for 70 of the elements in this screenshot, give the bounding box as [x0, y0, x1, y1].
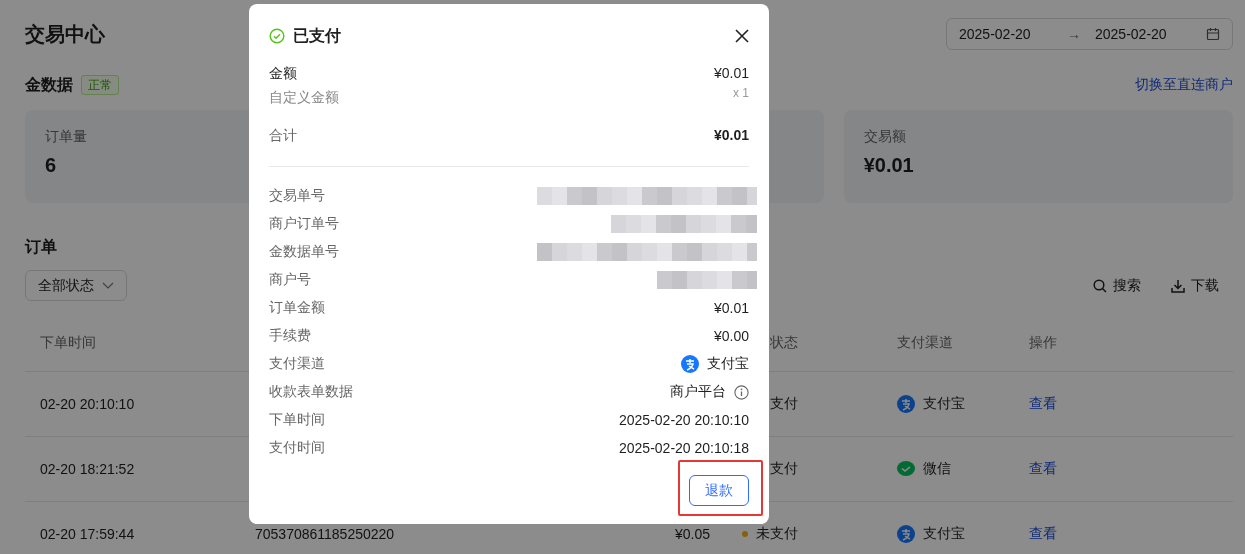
detail-label: 手续费	[269, 327, 311, 345]
detail-label: 支付时间	[269, 439, 325, 457]
table-cell-text: 02-20 17:59:44	[39, 526, 136, 542]
summary-label: 自定义金额	[269, 88, 339, 107]
summary-value: ¥0.01	[713, 64, 749, 83]
detail-value: 支付宝	[707, 355, 749, 373]
dialog-title: 已支付	[293, 25, 341, 46]
detail-label: 收款表单数据	[269, 383, 353, 401]
end-date: 2025-02-20	[1095, 26, 1168, 42]
table-cell: 未支付	[756, 525, 798, 543]
detail-value: ¥0.00	[713, 328, 749, 344]
detail-label: 金数据单号	[269, 243, 339, 261]
range-arrow: →	[1067, 26, 1082, 42]
download-button[interactable]: 下载	[1171, 276, 1219, 295]
status-tag: 正常	[81, 75, 119, 95]
detail-label: 下单时间	[269, 411, 325, 429]
stat-label: 订单量	[45, 128, 87, 146]
stat-value: 6	[45, 154, 57, 177]
summary-value: x 1	[733, 86, 749, 102]
date-range-field[interactable]: 2025-02-20 → 2025-02-20	[946, 18, 1233, 50]
column-header: 操作	[1029, 334, 1057, 352]
detail-label: 商户号	[269, 271, 311, 289]
download-icon	[1171, 278, 1185, 293]
detail-value: 2025-02-20 20:10:18	[619, 440, 749, 456]
detail-label: 订单金额	[269, 299, 325, 317]
table-cell: ¥0.05	[674, 526, 710, 542]
table-cell: 支付	[770, 460, 798, 478]
check-circle-icon	[269, 28, 285, 44]
chevron-down-icon	[102, 281, 114, 290]
calendar-icon	[1206, 27, 1220, 41]
table-cell: 705370861185250220	[255, 526, 395, 542]
view-link[interactable]: 查看	[1029, 395, 1057, 413]
orders-title: 订单	[25, 237, 57, 257]
column-header: 支付渠道	[896, 334, 954, 352]
page-title: 交易中心	[25, 21, 105, 47]
summary-value: ¥0.01	[713, 126, 749, 145]
detail-label: 交易单号	[269, 187, 325, 205]
search-button[interactable]: 搜索	[1093, 276, 1141, 295]
detail-label: 支付渠道	[269, 355, 325, 373]
summary-label: 金额	[269, 64, 297, 83]
switch-merchant-link[interactable]: 切换至直连商户	[1135, 76, 1233, 94]
search-icon	[1093, 278, 1107, 293]
table-cell-text: 02-20 20:10:10	[39, 396, 136, 412]
alipay-icon	[681, 355, 699, 373]
column-header: 状态	[770, 334, 798, 352]
table-cell: 支付	[770, 395, 798, 413]
start-date: 2025-02-20	[959, 26, 1032, 42]
detail-label: 商户订单号	[269, 215, 339, 233]
detail-value: 2025-02-20 20:10:10	[619, 412, 749, 428]
table-cell: 微信	[923, 460, 951, 478]
stat-label: 交易额	[863, 128, 906, 146]
column-header: 下单时间	[39, 334, 97, 352]
wechat-icon	[897, 460, 915, 478]
alipay-icon	[897, 525, 915, 543]
table-cell: 支付宝	[923, 395, 965, 413]
info-icon[interactable]	[734, 384, 749, 400]
view-link[interactable]: 查看	[1029, 460, 1057, 478]
alipay-icon	[897, 395, 915, 413]
status-filter[interactable]: 全部状态	[25, 270, 127, 301]
table-cell-text: 02-20 18:21:52	[39, 461, 136, 477]
view-link[interactable]: 查看	[1029, 525, 1057, 543]
close-icon	[735, 29, 749, 43]
section-title: 金数据	[25, 74, 73, 95]
summary-label: 合计	[269, 126, 297, 145]
detail-value: ¥0.01	[713, 300, 749, 316]
close-button[interactable]	[735, 29, 749, 43]
stat-value: ¥0.01	[863, 154, 914, 177]
refund-button[interactable]: 退款	[689, 475, 749, 506]
table-cell: 支付宝	[923, 525, 965, 543]
detail-value: 商户平台	[670, 383, 726, 401]
